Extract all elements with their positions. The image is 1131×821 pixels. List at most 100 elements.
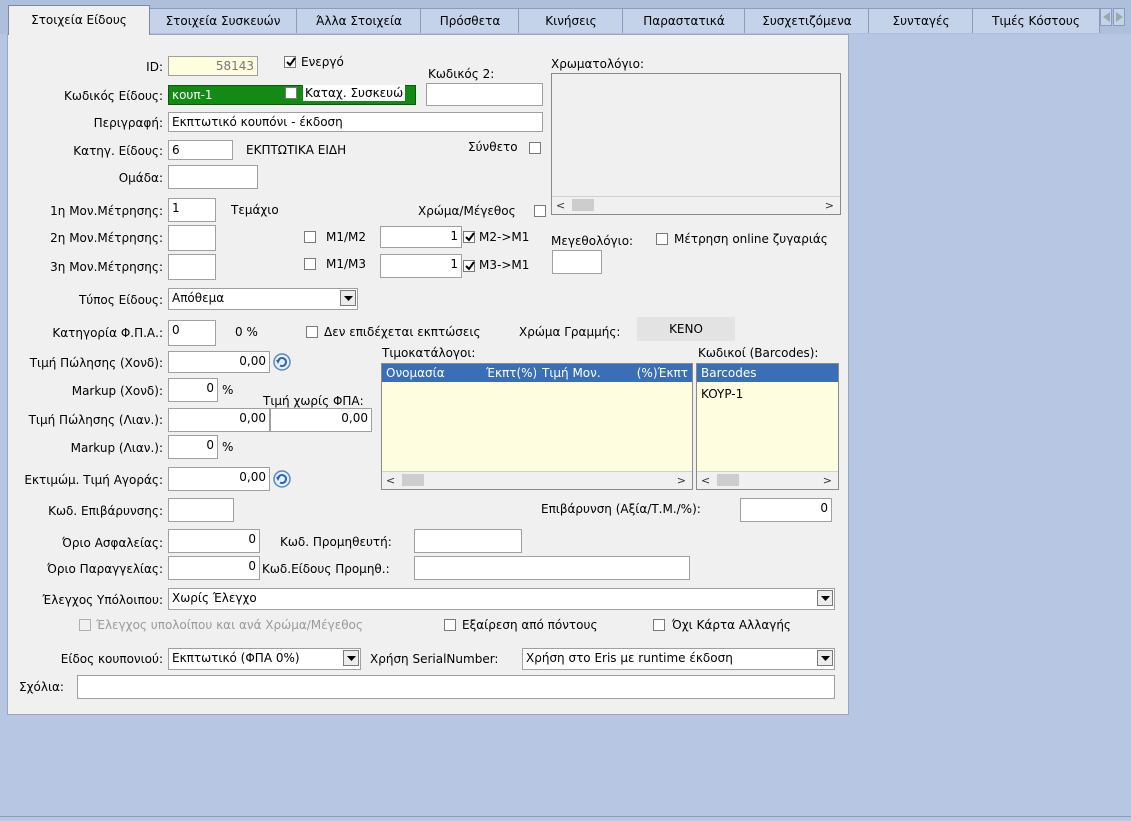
group-label: Ομάδα: (118, 171, 163, 185)
item-details-panel: ID: 58143 Ενεργό Κωδικός 2: Χρωματολόγιο… (7, 34, 849, 715)
balance-check-dropdown-button[interactable] (817, 590, 833, 606)
scroll-right-icon[interactable]: > (825, 199, 834, 212)
scroll-left-icon[interactable]: < (701, 474, 710, 487)
markup-wholesale-label: Markup (Χονδ): (71, 384, 163, 398)
unit3-input[interactable] (168, 254, 216, 280)
m1m2-input[interactable]: 1 (380, 226, 462, 248)
safety-limit-input[interactable]: 0 (168, 529, 260, 553)
vat-cat-input[interactable]: 0 (168, 320, 216, 346)
pricelists-label: Τιμοκατάλογοι: (382, 346, 476, 360)
item-type-dropdown-button[interactable] (340, 290, 356, 306)
color-palette-scrollbar[interactable]: < > (552, 196, 840, 214)
scroll-thumb[interactable] (402, 474, 424, 486)
retail-price-label: Τιμή Πώλησης (Λιαν.): (28, 413, 163, 427)
tab-other-details[interactable]: Άλλα Στοιχεία (296, 8, 422, 33)
tab-scroll-left-button[interactable] (1100, 8, 1112, 26)
balance-check-value: Χωρίς Έλεγχο (172, 591, 257, 605)
chevron-down-icon (344, 296, 353, 301)
coupon-type-select[interactable]: Εκπτωτικό (ΦΠΑ 0%) (168, 648, 361, 670)
code2-input[interactable] (426, 83, 543, 106)
unit2-input[interactable] (168, 225, 216, 251)
scroll-thumb[interactable] (572, 199, 594, 211)
price-no-vat-input[interactable]: 0,00 (270, 408, 372, 432)
supplier-code-label: Κωδ. Προμηθευτή: (280, 535, 392, 549)
composite-checkbox[interactable] (529, 142, 541, 154)
pricelists-table[interactable]: Ονομασία Έκπτ(%) Τιμή Μον. Έκπτ(%) < > (381, 363, 693, 490)
pricelists-scrollbar[interactable]: < > (382, 471, 692, 489)
size-palette-input[interactable] (552, 250, 602, 274)
tab-related[interactable]: Συσχετιζόμενα (744, 8, 870, 33)
serial-usage-label: Χρήση SerialNumber: (370, 652, 499, 666)
item-type-select[interactable]: Απόθεμα (168, 288, 358, 310)
retail-price-input[interactable]: 0,00 (168, 408, 270, 432)
balance-per-color-checkbox (79, 619, 91, 631)
order-limit-input[interactable]: 0 (168, 556, 260, 580)
active-checkbox[interactable] (284, 56, 296, 68)
m2m1-checkbox[interactable] (463, 231, 475, 243)
color-palette-list[interactable]: < > (551, 73, 841, 215)
markup-retail-pct: % (222, 440, 234, 454)
barcode-row[interactable]: KOYP-1 (701, 386, 743, 402)
tab-cost-prices[interactable]: Τιμές Κόστους (972, 8, 1100, 33)
supplier-item-code-input[interactable] (414, 556, 690, 580)
barcodes-header: Barcodes (697, 364, 838, 382)
vat-cat-label: Κατηγορία Φ.Π.Α.: (52, 326, 163, 340)
price-no-vat-label: Τιμή χωρίς ΦΠΑ: (263, 394, 364, 408)
scroll-right-icon[interactable]: > (677, 474, 686, 487)
est-purchase-input[interactable]: 0,00 (168, 467, 270, 491)
serial-usage-dropdown-button[interactable] (817, 650, 833, 666)
col-unit-price-header[interactable]: Τιμή Μον. (542, 365, 608, 381)
col-discount2-header[interactable]: Έκπτ(%) (628, 365, 688, 381)
scroll-thumb[interactable] (717, 474, 739, 486)
barcodes-scrollbar[interactable]: < > (697, 471, 838, 489)
balance-check-select[interactable]: Χωρίς Έλεγχο (168, 588, 835, 610)
tab-device-details[interactable]: Στοιχεία Συσκευών (148, 8, 298, 33)
description-input[interactable]: Εκπτωτικό κουπόνι - έκδοση (168, 112, 543, 132)
m1m3-input[interactable]: 1 (380, 254, 462, 278)
tab-item-details[interactable]: Στοιχεία Είδους (8, 5, 150, 35)
no-discount-checkbox[interactable] (306, 326, 318, 338)
m1m2-label: M1/M2 (326, 230, 367, 244)
surcharge-code-input[interactable] (168, 498, 234, 522)
markup-wholesale-input[interactable]: 0 (168, 378, 218, 402)
row-color-box[interactable]: ΚΕΝΟ (637, 317, 735, 341)
col-discount-header[interactable]: Έκπτ(%) (486, 365, 536, 381)
online-scale-checkbox[interactable] (656, 233, 668, 245)
tab-documents[interactable]: Παραστατικά (622, 8, 746, 33)
active-label: Ενεργό (301, 55, 344, 69)
m1m3-checkbox[interactable] (304, 258, 316, 270)
barcodes-label: Κωδικοί (Barcodes): (698, 346, 819, 360)
device-cat-checkbox[interactable] (285, 87, 297, 99)
m1m2-checkbox[interactable] (304, 231, 316, 243)
col-barcodes-header[interactable]: Barcodes (701, 365, 801, 381)
unit3-label: 3η Μον.Μέτρησης: (50, 260, 163, 274)
refresh-icon[interactable] (273, 353, 291, 371)
group-input[interactable] (168, 165, 258, 189)
scroll-right-icon[interactable]: > (823, 474, 832, 487)
m3m1-checkbox[interactable] (463, 260, 475, 272)
scroll-left-icon[interactable]: < (556, 199, 565, 212)
tab-extras[interactable]: Πρόσθετα (420, 8, 520, 33)
refresh-icon[interactable] (273, 470, 291, 488)
tab-recipes[interactable]: Συνταγές (868, 8, 974, 33)
supplier-code-input[interactable] (414, 529, 522, 553)
scroll-left-icon[interactable]: < (386, 474, 395, 487)
col-name-header[interactable]: Ονομασία (386, 365, 446, 381)
unit1-input[interactable]: 1 (168, 198, 216, 222)
tab-scroll-right-button[interactable] (1113, 8, 1125, 26)
checkmark-icon (286, 57, 296, 67)
category-input[interactable]: 6 (168, 140, 233, 160)
serial-usage-select[interactable]: Χρήση στο Eris με runtime έκδοση (522, 648, 835, 670)
item-type-value: Απόθεμα (172, 291, 225, 305)
wholesale-price-input[interactable]: 0,00 (168, 351, 270, 373)
no-exchange-card-checkbox[interactable] (653, 619, 665, 631)
exclude-points-checkbox[interactable] (444, 619, 456, 631)
markup-retail-input[interactable]: 0 (168, 435, 218, 459)
tab-movements[interactable]: Κινήσεις (518, 8, 624, 33)
composite-label: Σύνθετο (468, 140, 518, 154)
barcodes-table[interactable]: Barcodes KOYP-1 < > (696, 363, 839, 490)
comments-input[interactable] (77, 675, 835, 699)
color-size-checkbox[interactable] (534, 205, 546, 217)
coupon-type-dropdown-button[interactable] (343, 650, 359, 666)
surcharge-input[interactable]: 0 (740, 498, 832, 522)
